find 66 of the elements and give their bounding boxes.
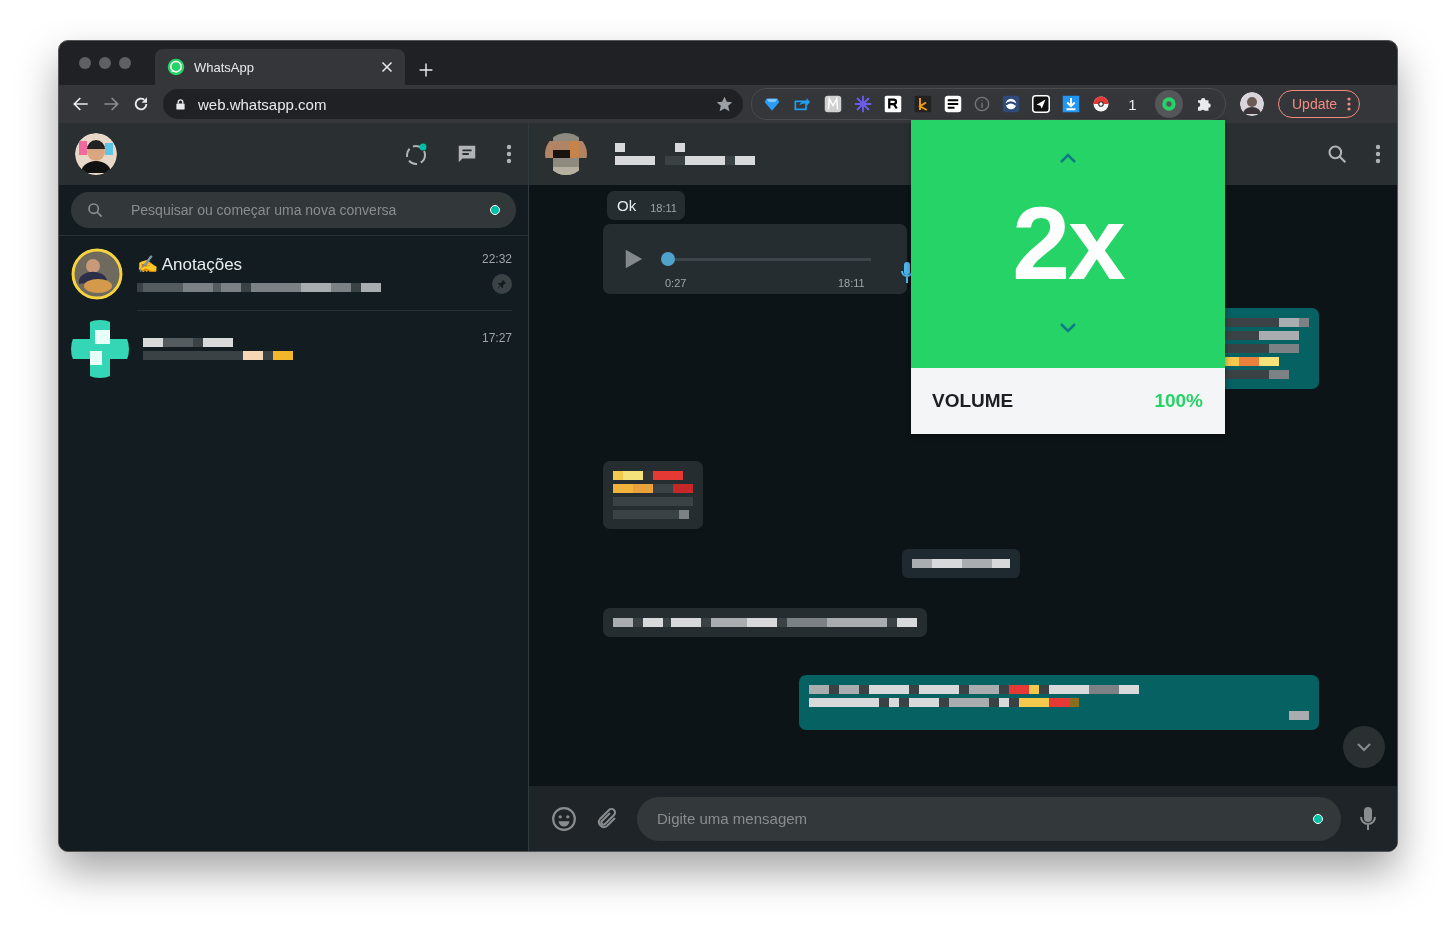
info-icon xyxy=(974,96,990,112)
browser-tab[interactable]: WhatsApp xyxy=(155,49,405,85)
address-bar[interactable]: web.whatsapp.com xyxy=(163,89,743,119)
paper-plane-icon xyxy=(1032,95,1050,113)
emoji-icon[interactable] xyxy=(551,805,577,832)
sparkle-icon xyxy=(854,95,872,113)
search-bar[interactable]: Pesquisar ou começar uma nova conversa xyxy=(71,192,516,228)
voice-duration: 0:27 xyxy=(665,277,687,289)
chat-time: 22:32 xyxy=(481,252,512,266)
pixelated-avatar xyxy=(545,133,587,175)
url-text: web.whatsapp.com xyxy=(198,95,328,113)
profile-avatar[interactable] xyxy=(1240,92,1264,116)
volume-label: VOLUME xyxy=(932,390,1014,412)
user-avatar[interactable] xyxy=(75,133,117,175)
notes-icon xyxy=(944,95,962,113)
message-time: 18:11 xyxy=(838,277,865,289)
maximize-window-button[interactable] xyxy=(119,57,131,69)
status-icon[interactable] xyxy=(404,142,428,166)
reload-icon[interactable] xyxy=(133,96,149,112)
lock-icon xyxy=(175,97,186,111)
paperclip-icon[interactable] xyxy=(595,806,619,831)
chat-avatar xyxy=(71,247,123,300)
playback-speed: 2x xyxy=(1012,191,1124,295)
close-window-button[interactable] xyxy=(79,57,91,69)
letter-m-tile-icon xyxy=(824,95,842,113)
ball-icon xyxy=(1092,95,1110,113)
extension-button[interactable] xyxy=(1155,90,1183,118)
minimize-window-button[interactable] xyxy=(99,57,111,69)
download-icon xyxy=(1062,95,1080,113)
extension-count-label: 1 xyxy=(1127,95,1138,113)
chat-name: ✍ Anotações xyxy=(137,254,244,275)
close-icon[interactable] xyxy=(381,61,393,73)
message-bar[interactable]: Digite uma mensagem xyxy=(637,796,1341,841)
back-arrow-icon[interactable] xyxy=(73,96,89,112)
audio-progress-thumb[interactable] xyxy=(661,252,675,266)
search-icon xyxy=(87,202,103,218)
forward-arrow-icon[interactable] xyxy=(103,96,119,112)
search-field[interactable]: Pesquisar ou começar uma nova conversa xyxy=(129,201,464,219)
new-tab-icon[interactable] xyxy=(419,63,433,77)
search-icon[interactable] xyxy=(1327,144,1347,164)
ring-icon xyxy=(1161,96,1177,112)
scroll-down-button[interactable] xyxy=(1343,726,1385,768)
microphone-icon xyxy=(901,262,913,284)
chevron-down-icon xyxy=(1356,742,1372,752)
menu-icon[interactable] xyxy=(1375,144,1381,164)
message-text: Ok xyxy=(617,197,637,214)
letter-k-tile-icon xyxy=(914,95,932,113)
status-dot xyxy=(490,205,500,215)
more-vertical-icon xyxy=(1347,97,1352,111)
menu-icon[interactable] xyxy=(506,144,512,164)
wave-tile-icon xyxy=(1002,95,1020,113)
gem-icon xyxy=(764,96,780,112)
microphone-icon[interactable] xyxy=(1359,805,1377,832)
chat-list-item[interactable]: 17:27 xyxy=(59,311,528,386)
star-icon[interactable] xyxy=(716,95,733,113)
share-icon xyxy=(792,96,812,112)
volume-value: 100% xyxy=(1154,390,1203,412)
tab-title: WhatsApp xyxy=(194,59,255,75)
chat-list-item[interactable]: ✍ Anotações 22:32 xyxy=(59,236,528,311)
puzzle-icon[interactable] xyxy=(1195,95,1213,113)
letter-r-tile-icon xyxy=(884,95,902,113)
message-time: 18:11 xyxy=(650,202,677,214)
chat-bubble-icon xyxy=(167,58,185,76)
chat-time: 17:27 xyxy=(481,331,512,345)
pixelated-avatar xyxy=(71,319,129,378)
status-dot xyxy=(1313,813,1323,824)
